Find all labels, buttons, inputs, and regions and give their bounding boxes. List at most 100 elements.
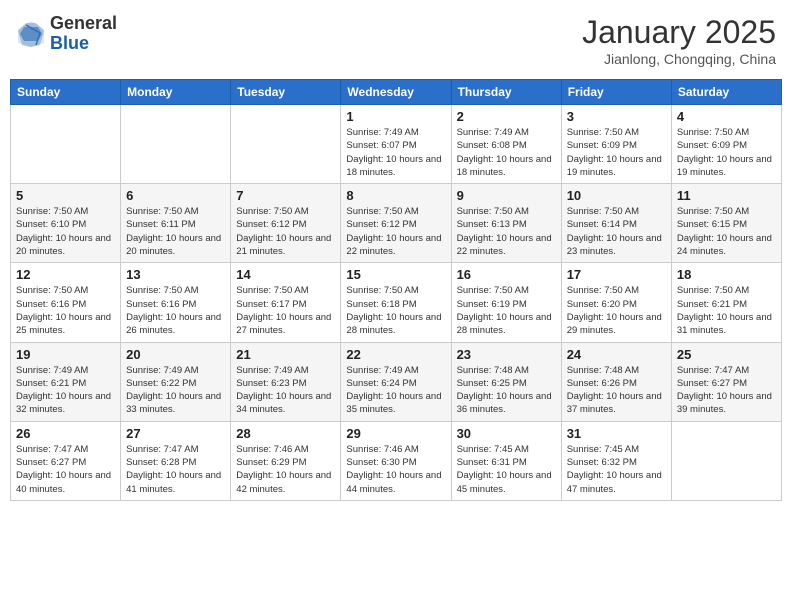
day-number: 30 xyxy=(457,426,556,441)
day-number: 3 xyxy=(567,109,666,124)
calendar-cell xyxy=(11,105,121,184)
day-number: 26 xyxy=(16,426,115,441)
day-info: Sunrise: 7:50 AM Sunset: 6:14 PM Dayligh… xyxy=(567,205,666,258)
day-info: Sunrise: 7:50 AM Sunset: 6:13 PM Dayligh… xyxy=(457,205,556,258)
day-info: Sunrise: 7:50 AM Sunset: 6:21 PM Dayligh… xyxy=(677,284,776,337)
location-subtitle: Jianlong, Chongqing, China xyxy=(582,51,776,67)
day-info: Sunrise: 7:46 AM Sunset: 6:30 PM Dayligh… xyxy=(346,443,445,496)
day-info: Sunrise: 7:48 AM Sunset: 6:25 PM Dayligh… xyxy=(457,364,556,417)
day-number: 7 xyxy=(236,188,335,203)
calendar-cell: 19Sunrise: 7:49 AM Sunset: 6:21 PM Dayli… xyxy=(11,342,121,421)
calendar-cell: 22 Sunrise: 7:49 AM Sunset: 6:24 PM Dayli… xyxy=(341,342,451,421)
day-number: 16 xyxy=(457,267,556,282)
calendar-week-row: 12 Sunrise: 7:50 AM Sunset: 6:16 PM Dayli… xyxy=(11,263,782,342)
day-number: 14 xyxy=(236,267,335,282)
day-number: 24 xyxy=(567,347,666,362)
day-number: 21 xyxy=(236,347,335,362)
calendar-cell: 10 Sunrise: 7:50 AM Sunset: 6:14 PM Dayli… xyxy=(561,184,671,263)
day-info: Sunrise: 7:50 AM Sunset: 6:09 PM Dayligh… xyxy=(567,126,666,179)
page-header: General Blue January 2025 Jianlong, Chon… xyxy=(10,10,782,71)
logo-blue: Blue xyxy=(50,34,117,54)
day-number: 20 xyxy=(126,347,225,362)
day-number: 10 xyxy=(567,188,666,203)
day-info: Sunrise: 7:45 AM Sunset: 6:31 PM Dayligh… xyxy=(457,443,556,496)
day-number: 31 xyxy=(567,426,666,441)
day-info: Sunrise: 7:49 AM Sunset: 6:23 PM Dayligh… xyxy=(236,364,335,417)
calendar-table: SundayMondayTuesdayWednesdayThursdayFrid… xyxy=(10,79,782,501)
day-number: 6 xyxy=(126,188,225,203)
day-number: 22 xyxy=(346,347,445,362)
day-info: Sunrise: 7:50 AM Sunset: 6:15 PM Dayligh… xyxy=(677,205,776,258)
day-info: Sunrise: 7:49 AM Sunset: 6:08 PM Dayligh… xyxy=(457,126,556,179)
weekday-header: Wednesday xyxy=(341,80,451,105)
calendar-cell: 21 Sunrise: 7:49 AM Sunset: 6:23 PM Dayli… xyxy=(231,342,341,421)
calendar-cell: 7Sunrise: 7:50 AM Sunset: 6:12 PM Daylig… xyxy=(231,184,341,263)
day-info: Sunrise: 7:49 AM Sunset: 6:21 PM Dayligh… xyxy=(16,364,115,417)
day-number: 29 xyxy=(346,426,445,441)
calendar-cell: 4 Sunrise: 7:50 AM Sunset: 6:09 PM Daylig… xyxy=(671,105,781,184)
weekday-header: Sunday xyxy=(11,80,121,105)
calendar-cell: 24 Sunrise: 7:48 AM Sunset: 6:26 PM Dayli… xyxy=(561,342,671,421)
day-number: 9 xyxy=(457,188,556,203)
logo: General Blue xyxy=(16,14,117,54)
title-block: January 2025 Jianlong, Chongqing, China xyxy=(582,14,776,67)
calendar-cell: 17 Sunrise: 7:50 AM Sunset: 6:20 PM Dayli… xyxy=(561,263,671,342)
day-number: 18 xyxy=(677,267,776,282)
day-info: Sunrise: 7:50 AM Sunset: 6:16 PM Dayligh… xyxy=(16,284,115,337)
calendar-cell: 16 Sunrise: 7:50 AM Sunset: 6:19 PM Dayli… xyxy=(451,263,561,342)
day-number: 23 xyxy=(457,347,556,362)
calendar-cell: 15 Sunrise: 7:50 AM Sunset: 6:18 PM Dayli… xyxy=(341,263,451,342)
weekday-header: Friday xyxy=(561,80,671,105)
calendar-cell: 27Sunrise: 7:47 AM Sunset: 6:28 PM Dayli… xyxy=(121,421,231,500)
weekday-header: Tuesday xyxy=(231,80,341,105)
calendar-cell: 29 Sunrise: 7:46 AM Sunset: 6:30 PM Dayli… xyxy=(341,421,451,500)
calendar-week-row: 5 Sunrise: 7:50 AM Sunset: 6:10 PM Daylig… xyxy=(11,184,782,263)
day-info: Sunrise: 7:50 AM Sunset: 6:12 PM Dayligh… xyxy=(346,205,445,258)
day-info: Sunrise: 7:49 AM Sunset: 6:24 PM Dayligh… xyxy=(346,364,445,417)
day-info: Sunrise: 7:50 AM Sunset: 6:10 PM Dayligh… xyxy=(16,205,115,258)
day-number: 2 xyxy=(457,109,556,124)
calendar-week-row: 1 Sunrise: 7:49 AM Sunset: 6:07 PM Daylig… xyxy=(11,105,782,184)
calendar-cell: 28Sunrise: 7:46 AM Sunset: 6:29 PM Dayli… xyxy=(231,421,341,500)
calendar-cell: 5 Sunrise: 7:50 AM Sunset: 6:10 PM Daylig… xyxy=(11,184,121,263)
calendar-cell: 8 Sunrise: 7:50 AM Sunset: 6:12 PM Daylig… xyxy=(341,184,451,263)
calendar-cell xyxy=(121,105,231,184)
day-number: 8 xyxy=(346,188,445,203)
day-number: 1 xyxy=(346,109,445,124)
day-number: 4 xyxy=(677,109,776,124)
calendar-cell: 12 Sunrise: 7:50 AM Sunset: 6:16 PM Dayli… xyxy=(11,263,121,342)
day-info: Sunrise: 7:50 AM Sunset: 6:18 PM Dayligh… xyxy=(346,284,445,337)
logo-text: General Blue xyxy=(50,14,117,54)
day-number: 17 xyxy=(567,267,666,282)
day-info: Sunrise: 7:47 AM Sunset: 6:27 PM Dayligh… xyxy=(16,443,115,496)
day-info: Sunrise: 7:50 AM Sunset: 6:17 PM Dayligh… xyxy=(236,284,335,337)
day-number: 15 xyxy=(346,267,445,282)
day-info: Sunrise: 7:50 AM Sunset: 6:19 PM Dayligh… xyxy=(457,284,556,337)
month-title: January 2025 xyxy=(582,14,776,51)
day-info: Sunrise: 7:48 AM Sunset: 6:26 PM Dayligh… xyxy=(567,364,666,417)
weekday-header: Thursday xyxy=(451,80,561,105)
day-info: Sunrise: 7:50 AM Sunset: 6:20 PM Dayligh… xyxy=(567,284,666,337)
day-number: 12 xyxy=(16,267,115,282)
calendar-cell: 25Sunrise: 7:47 AM Sunset: 6:27 PM Dayli… xyxy=(671,342,781,421)
day-info: Sunrise: 7:50 AM Sunset: 6:16 PM Dayligh… xyxy=(126,284,225,337)
day-number: 27 xyxy=(126,426,225,441)
day-info: Sunrise: 7:49 AM Sunset: 6:07 PM Dayligh… xyxy=(346,126,445,179)
day-number: 25 xyxy=(677,347,776,362)
logo-general: General xyxy=(50,14,117,34)
calendar-cell: 14 Sunrise: 7:50 AM Sunset: 6:17 PM Dayli… xyxy=(231,263,341,342)
calendar-cell: 13Sunrise: 7:50 AM Sunset: 6:16 PM Dayli… xyxy=(121,263,231,342)
calendar-cell: 18 Sunrise: 7:50 AM Sunset: 6:21 PM Dayli… xyxy=(671,263,781,342)
day-info: Sunrise: 7:50 AM Sunset: 6:09 PM Dayligh… xyxy=(677,126,776,179)
day-info: Sunrise: 7:45 AM Sunset: 6:32 PM Dayligh… xyxy=(567,443,666,496)
calendar-cell: 23 Sunrise: 7:48 AM Sunset: 6:25 PM Dayli… xyxy=(451,342,561,421)
calendar-cell xyxy=(231,105,341,184)
calendar-week-row: 26 Sunrise: 7:47 AM Sunset: 6:27 PM Dayli… xyxy=(11,421,782,500)
weekday-header-row: SundayMondayTuesdayWednesdayThursdayFrid… xyxy=(11,80,782,105)
calendar-cell: 30 Sunrise: 7:45 AM Sunset: 6:31 PM Dayli… xyxy=(451,421,561,500)
calendar-cell: 20Sunrise: 7:49 AM Sunset: 6:22 PM Dayli… xyxy=(121,342,231,421)
weekday-header: Monday xyxy=(121,80,231,105)
calendar-cell: 1 Sunrise: 7:49 AM Sunset: 6:07 PM Daylig… xyxy=(341,105,451,184)
logo-icon xyxy=(16,19,46,49)
day-number: 5 xyxy=(16,188,115,203)
